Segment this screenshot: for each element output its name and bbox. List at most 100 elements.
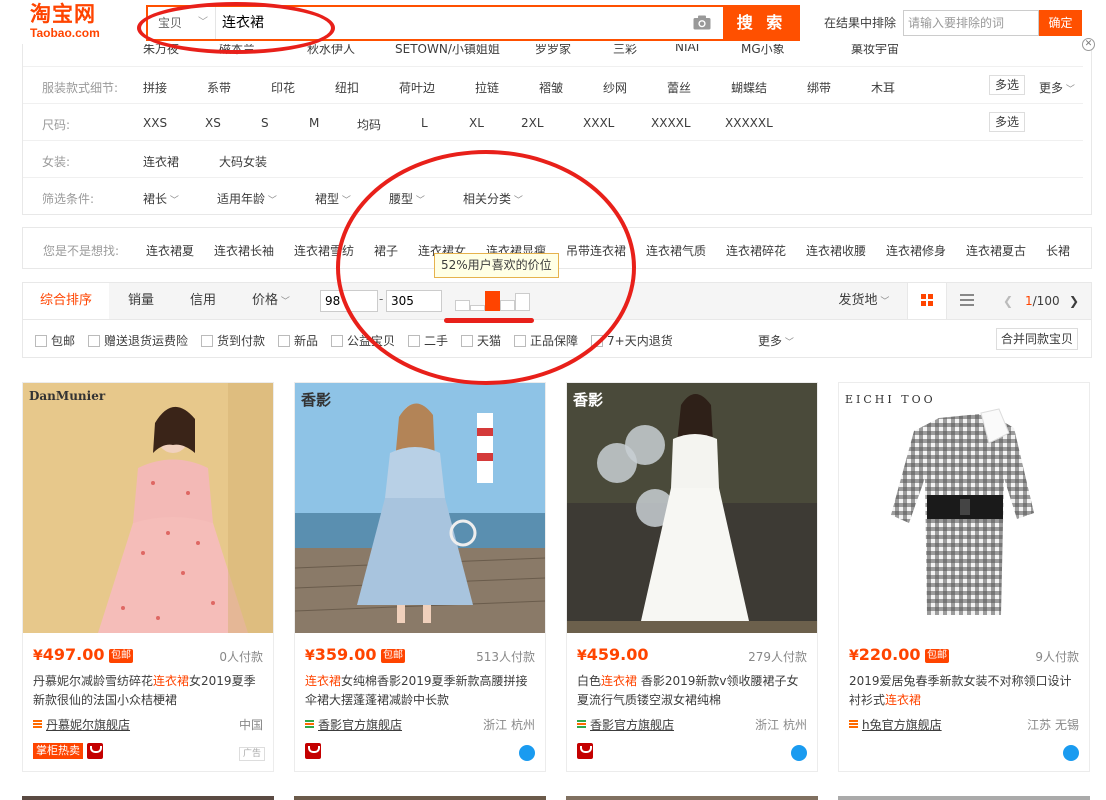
checkbox[interactable] bbox=[35, 335, 47, 347]
condition-dropdown[interactable]: 裙型 ﹀ bbox=[315, 190, 351, 207]
detail-option[interactable]: 蕾丝 bbox=[667, 79, 691, 96]
checkbox[interactable] bbox=[201, 335, 213, 347]
tab-sales[interactable]: 销量 bbox=[113, 283, 169, 319]
more-filters-button[interactable]: 更多 ﹀ bbox=[758, 332, 794, 349]
women-option[interactable]: 连衣裙 bbox=[143, 153, 179, 170]
size-option[interactable]: XS bbox=[205, 116, 221, 130]
checkbox[interactable] bbox=[88, 335, 100, 347]
suggestion-link[interactable]: 连衣裙修身 bbox=[886, 242, 946, 259]
tmall-icon[interactable] bbox=[577, 743, 593, 759]
multi-select-button[interactable]: 多选 bbox=[989, 112, 1026, 132]
exclude-input[interactable]: 请输入要排除的词 bbox=[903, 10, 1039, 36]
detail-option[interactable]: 褶皱 bbox=[539, 79, 563, 96]
checkbox[interactable] bbox=[331, 335, 343, 347]
shop-link[interactable]: 香影官方旗舰店 bbox=[577, 716, 674, 733]
camera-icon[interactable] bbox=[693, 15, 711, 30]
condition-dropdown[interactable]: 裙长 ﹀ bbox=[143, 190, 179, 207]
product-image[interactable]: DanMunier bbox=[23, 383, 273, 633]
women-option[interactable]: 大码女装 bbox=[219, 153, 267, 170]
size-option[interactable]: 2XL bbox=[521, 116, 544, 130]
suggestion-link[interactable]: 裙子 bbox=[374, 242, 398, 259]
histogram-bar[interactable] bbox=[485, 291, 500, 311]
price-min-input[interactable]: 98 bbox=[320, 290, 378, 312]
product-card[interactable]: 香影 ¥359.00 包邮 513人付款 连衣裙女纯棉香影2019夏季新款高腰拼… bbox=[294, 382, 546, 772]
checkbox-free-shipping[interactable]: 包邮 bbox=[35, 332, 75, 349]
size-option[interactable]: 均码 bbox=[357, 116, 381, 133]
checkbox[interactable] bbox=[461, 335, 473, 347]
condition-dropdown[interactable]: 适用年龄 ﹀ bbox=[217, 190, 277, 207]
merge-same-items-button[interactable]: 合并同款宝贝 bbox=[996, 328, 1079, 350]
price-histogram[interactable] bbox=[455, 289, 533, 313]
detail-option[interactable]: 拼接 bbox=[143, 79, 167, 96]
detail-option[interactable]: 木耳 bbox=[871, 79, 895, 96]
search-input[interactable]: 连衣裙 bbox=[222, 7, 682, 39]
detail-option[interactable]: 荷叶边 bbox=[399, 79, 435, 96]
wangwang-chat-icon[interactable] bbox=[791, 745, 807, 761]
shop-link[interactable]: h兔官方旗舰店 bbox=[849, 716, 942, 733]
shop-link[interactable]: 丹慕妮尔旗舰店 bbox=[33, 716, 130, 733]
tmall-icon[interactable] bbox=[305, 743, 321, 759]
suggestion-link[interactable]: 吊带连衣裙 bbox=[566, 242, 626, 259]
size-option[interactable]: M bbox=[309, 116, 319, 130]
detail-option[interactable]: 绑带 bbox=[807, 79, 831, 96]
suggestion-link[interactable]: 连衣裙雪纺 bbox=[294, 242, 354, 259]
exclude-confirm-button[interactable]: 确定 bbox=[1039, 10, 1082, 36]
product-image[interactable]: 香影 bbox=[295, 383, 545, 633]
size-option[interactable]: XXXXXL bbox=[725, 116, 773, 130]
wangwang-chat-icon[interactable] bbox=[1063, 745, 1079, 761]
product-title[interactable]: 2019爱居兔春季新款女装不对称领口设计衬衫式连衣裙 bbox=[849, 672, 1081, 710]
list-view-icon[interactable] bbox=[947, 283, 987, 319]
size-option[interactable]: XXXL bbox=[583, 116, 614, 130]
grid-view-icon[interactable] bbox=[907, 283, 947, 319]
tab-price[interactable]: 价格 ﹀ bbox=[243, 283, 299, 319]
product-title[interactable]: 丹慕妮尔减龄雪纺碎花连衣裙女2019夏季新款很仙的法国小众桔梗裙 bbox=[33, 672, 265, 710]
checkbox-tmall[interactable]: 天猫 bbox=[461, 332, 501, 349]
suggestion-link[interactable]: 连衣裙碎花 bbox=[726, 242, 786, 259]
suggestion-link[interactable]: 连衣裙收腰 bbox=[806, 242, 866, 259]
suggestion-link[interactable]: 连衣裙长袖 bbox=[214, 242, 274, 259]
product-card[interactable]: DanMunier ¥497.00 包邮 0人付款 丹慕妮尔减龄雪纺碎花连衣裙女… bbox=[22, 382, 274, 772]
size-option[interactable]: L bbox=[421, 116, 428, 130]
ship-from-dropdown[interactable]: 发货地 ﹀ bbox=[829, 283, 899, 319]
checkbox[interactable] bbox=[514, 335, 526, 347]
detail-option[interactable]: 纱网 bbox=[603, 79, 627, 96]
condition-dropdown[interactable]: 腰型 ﹀ bbox=[389, 190, 425, 207]
checkbox[interactable] bbox=[591, 335, 603, 347]
product-title[interactable]: 白色连衣裙 香影2019新款v领收腰裙子女夏流行气质镂空淑女裙纯棉 bbox=[577, 672, 809, 710]
next-page-icon[interactable]: ❯ bbox=[1069, 283, 1079, 319]
histogram-bar[interactable] bbox=[500, 300, 515, 311]
product-image[interactable]: EICHI TOO bbox=[839, 383, 1089, 633]
search-scope-select[interactable]: 宝贝 ﹀ bbox=[148, 7, 216, 39]
condition-dropdown[interactable]: 相关分类 ﹀ bbox=[463, 190, 523, 207]
checkbox-cod[interactable]: 货到付款 bbox=[201, 332, 265, 349]
product-title[interactable]: 连衣裙女纯棉香影2019夏季新款高腰拼接伞裙大摆蓬蓬裙减龄中长款 bbox=[305, 672, 537, 710]
histogram-bar[interactable] bbox=[470, 305, 485, 311]
suggestion-link[interactable]: 连衣裙气质 bbox=[646, 242, 706, 259]
histogram-bar[interactable] bbox=[455, 300, 470, 311]
detail-option[interactable]: 印花 bbox=[271, 79, 295, 96]
size-option[interactable]: S bbox=[261, 116, 269, 130]
close-icon[interactable]: ✕ bbox=[1082, 38, 1095, 51]
search-button[interactable]: 搜 索 bbox=[723, 5, 800, 41]
checkbox[interactable] bbox=[408, 335, 420, 347]
detail-option[interactable]: 纽扣 bbox=[335, 79, 359, 96]
product-card[interactable]: EICHI TOO ¥220.00 包邮 9人付款 2019爱居兔春季新款女装不… bbox=[838, 382, 1090, 772]
shop-link[interactable]: 香影官方旗舰店 bbox=[305, 716, 402, 733]
checkbox-genuine[interactable]: 正品保障 bbox=[514, 332, 578, 349]
suggestion-link[interactable]: 长裙 bbox=[1046, 242, 1070, 259]
tmall-icon[interactable] bbox=[87, 743, 103, 759]
size-option[interactable]: XL bbox=[469, 116, 484, 130]
suggestion-link[interactable]: 连衣裙夏古 bbox=[966, 242, 1026, 259]
detail-option[interactable]: 拉链 bbox=[475, 79, 499, 96]
wangwang-chat-icon[interactable] bbox=[519, 745, 535, 761]
product-image[interactable]: 香影 bbox=[567, 383, 817, 633]
histogram-bar[interactable] bbox=[515, 293, 530, 311]
detail-option[interactable]: 蝴蝶结 bbox=[731, 79, 767, 96]
size-option[interactable]: XXS bbox=[143, 116, 167, 130]
detail-option[interactable]: 系带 bbox=[207, 79, 231, 96]
checkbox[interactable] bbox=[278, 335, 290, 347]
size-option[interactable]: XXXXL bbox=[651, 116, 691, 130]
prev-page-icon[interactable]: ❮ bbox=[1003, 283, 1013, 319]
suggestion-link[interactable]: 连衣裙夏 bbox=[146, 242, 194, 259]
tab-credit[interactable]: 信用 bbox=[175, 283, 231, 319]
